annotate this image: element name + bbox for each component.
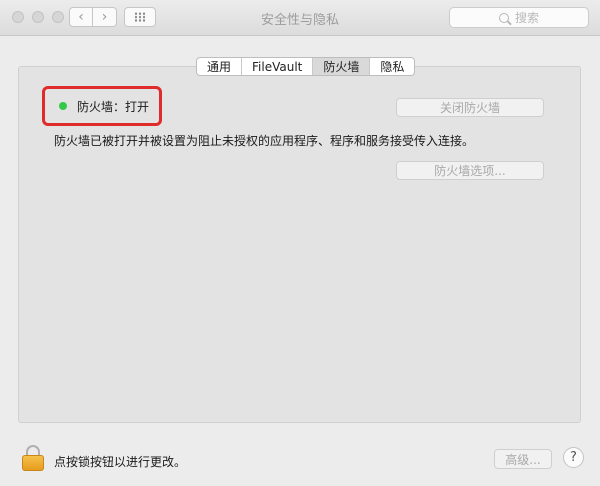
back-button[interactable]: ‹ <box>69 7 93 27</box>
tab-filevault[interactable]: FileVault <box>241 58 312 75</box>
title-bar: ‹ › 安全性与隐私 搜索 <box>0 0 600 36</box>
search-field[interactable]: 搜索 <box>449 7 589 28</box>
zoom-window-button[interactable] <box>52 11 64 23</box>
tab-general[interactable]: 通用 <box>197 58 241 75</box>
advanced-button[interactable]: 高级... <box>494 449 552 469</box>
firewall-status-label: 防火墙：打开 <box>77 99 150 114</box>
show-all-button[interactable] <box>124 7 156 27</box>
grid-icon <box>134 12 146 22</box>
minimize-window-button[interactable] <box>32 11 44 23</box>
close-window-button[interactable] <box>12 11 24 23</box>
lock-button[interactable] <box>22 445 44 471</box>
tab-bar: 通用 FileVault 防火墙 隐私 <box>196 57 416 76</box>
tab-firewall[interactable]: 防火墙 <box>312 58 370 75</box>
lock-icon <box>22 455 44 471</box>
navigation-buttons: ‹ › <box>69 7 117 27</box>
turn-off-firewall-button[interactable]: 关闭防火墙 <box>396 98 544 117</box>
window-title: 安全性与隐私 <box>260 13 339 28</box>
chevron-left-icon: ‹ <box>78 9 84 25</box>
window-controls <box>12 11 64 23</box>
firewall-status-highlight: 防火墙：打开 <box>42 86 162 126</box>
firewall-description: 防火墙已被打开并被设置为阻止未授权的应用程序、程序和服务接受传入连接。 <box>54 134 475 148</box>
tab-privacy[interactable]: 隐私 <box>369 58 414 75</box>
firewall-options-button[interactable]: 防火墙选项... <box>396 161 544 180</box>
status-on-indicator <box>59 102 67 110</box>
forward-button[interactable]: › <box>93 7 117 27</box>
chevron-right-icon: › <box>101 9 108 25</box>
help-button[interactable]: ? <box>563 447 584 468</box>
lock-hint-text: 点按锁按钮以进行更改。 <box>54 455 187 469</box>
preferences-window: ‹ › 安全性与隐私 搜索 通用 FileVault 防火墙 隐私 防火墙：打开… <box>0 0 600 486</box>
search-icon <box>498 12 509 23</box>
search-placeholder: 搜索 <box>514 11 539 25</box>
